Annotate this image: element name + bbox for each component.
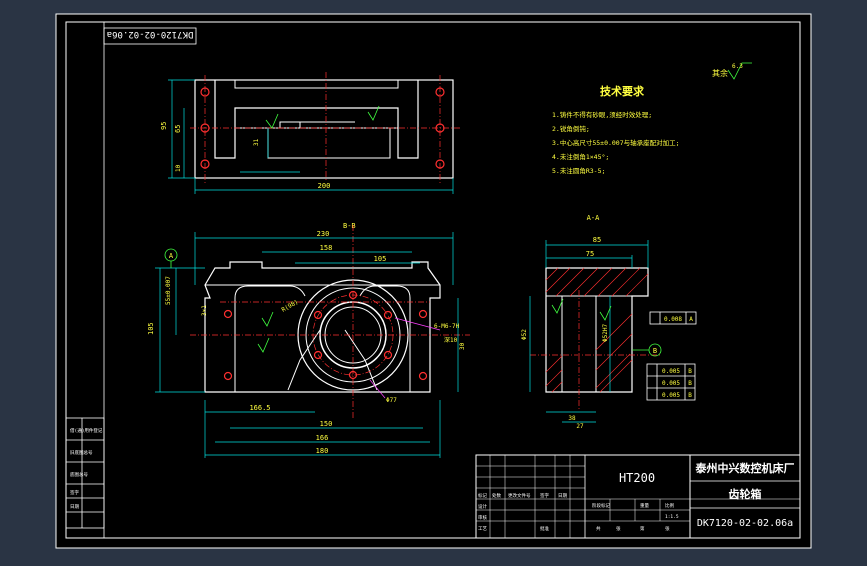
svg-text:230: 230	[317, 230, 330, 238]
svg-text:Φ52: Φ52	[521, 329, 528, 340]
tech-item: 2.锐角倒钝;	[552, 124, 590, 133]
svg-text:张: 张	[616, 525, 621, 532]
svg-text:166: 166	[316, 434, 329, 442]
svg-text:其余: 其余	[712, 68, 728, 78]
svg-text:30: 30	[459, 342, 466, 350]
svg-text:B-B: B-B	[343, 222, 356, 230]
svg-text:6-M6-7H: 6-M6-7H	[434, 323, 460, 330]
svg-text:166.5: 166.5	[249, 404, 270, 412]
svg-text:38: 38	[568, 415, 576, 422]
svg-text:31: 31	[253, 138, 260, 146]
svg-text:6.3: 6.3	[732, 63, 743, 70]
drawing-number: DK7120-02-02.06a	[697, 518, 793, 529]
material-label: HT200	[619, 471, 655, 485]
drawing-canvas: DK7120-02-02.06a 200 95 65 10 31 技术要求 1.…	[55, 13, 812, 549]
svg-text:阶段标记: 阶段标记	[592, 502, 610, 509]
svg-text:B: B	[688, 368, 692, 375]
svg-text:A: A	[689, 316, 693, 323]
svg-text:日期: 日期	[70, 504, 79, 510]
svg-text:55±0.007: 55±0.007	[165, 276, 172, 305]
part-name: 齿轮箱	[729, 487, 762, 501]
svg-text:审核: 审核	[478, 514, 487, 521]
svg-text:85: 85	[593, 236, 601, 244]
svg-text:标记: 标记	[478, 492, 487, 499]
svg-text:0.005: 0.005	[662, 380, 680, 387]
svg-text:深10: 深10	[444, 336, 458, 344]
svg-text:工艺: 工艺	[478, 526, 487, 532]
svg-text:共: 共	[596, 525, 601, 532]
svg-text:65: 65	[174, 125, 182, 133]
svg-text:借(通)用件登记: 借(通)用件登记	[70, 427, 103, 434]
svg-text:1:1.5: 1:1.5	[665, 514, 679, 520]
svg-text:105: 105	[374, 255, 387, 263]
svg-text:158: 158	[320, 244, 333, 252]
svg-text:A-A: A-A	[587, 214, 600, 222]
cad-viewport[interactable]: DK7120-02-02.06a 200 95 65 10 31 技术要求 1.…	[0, 0, 867, 562]
svg-text:Φ52H7: Φ52H7	[602, 324, 609, 342]
svg-text:75: 75	[586, 250, 594, 258]
svg-text:B: B	[688, 380, 692, 387]
svg-text:180: 180	[316, 447, 329, 455]
svg-text:批准: 批准	[540, 525, 549, 532]
svg-text:0.008: 0.008	[664, 316, 682, 323]
svg-text:设计: 设计	[478, 503, 487, 510]
tech-item: 4.未注倒角1×45°;	[552, 152, 609, 161]
svg-text:27: 27	[576, 423, 584, 430]
code-tag-text: DK7120-02-02.06a	[107, 29, 194, 39]
svg-text:处数: 处数	[492, 492, 501, 499]
svg-text:0.005: 0.005	[662, 392, 680, 399]
tech-item: 3.中心高尺寸55±0.007与轴承座配对加工;	[552, 138, 680, 147]
dim-top-width: 200	[318, 182, 331, 190]
svg-text:更改文件号: 更改文件号	[508, 492, 531, 499]
svg-text:签字: 签字	[70, 489, 79, 496]
svg-text:B: B	[688, 392, 692, 399]
svg-text:重量: 重量	[640, 502, 649, 509]
datum-b-label: B	[653, 347, 657, 355]
svg-text:Φ77: Φ77	[386, 397, 397, 404]
tech-item: 5.未注圆角R3-5;	[552, 166, 605, 175]
svg-text:旧底图总号: 旧底图总号	[70, 449, 93, 456]
company-name: 泰州中兴数控机床厂	[695, 461, 795, 475]
svg-text:张: 张	[665, 525, 670, 532]
svg-text:3×1: 3×1	[201, 305, 208, 316]
svg-text:105: 105	[147, 322, 155, 335]
svg-text:日期: 日期	[558, 493, 567, 499]
svg-text:第: 第	[640, 525, 645, 532]
svg-text:150: 150	[320, 420, 333, 428]
svg-text:签字: 签字	[540, 492, 549, 499]
tech-item: 1.铸件不得有砂眼,须经时效处理;	[552, 110, 652, 119]
svg-text:0.005: 0.005	[662, 368, 680, 375]
svg-text:底图总号: 底图总号	[70, 471, 88, 478]
tech-title: 技术要求	[600, 84, 645, 98]
svg-text:10: 10	[175, 164, 182, 172]
svg-text:比例: 比例	[665, 502, 674, 509]
svg-text:95: 95	[160, 122, 168, 130]
